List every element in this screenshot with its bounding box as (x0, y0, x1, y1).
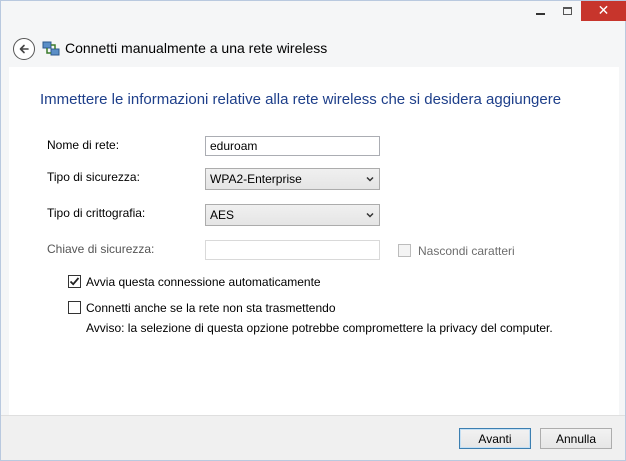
security-key-input[interactable] (205, 240, 380, 260)
next-button[interactable]: Avanti (459, 428, 531, 449)
maximize-button[interactable] (554, 1, 581, 21)
checkmark-icon (69, 277, 80, 286)
auto-start-label: Avvia questa connessione automaticamente (86, 275, 321, 289)
wizard-header: Connetti manualmente a una rete wireless (1, 29, 625, 67)
hide-characters-checkbox[interactable] (398, 244, 411, 257)
security-key-label: Chiave di sicurezza: (47, 242, 155, 256)
security-type-select[interactable]: WPA2-Enterprise (205, 168, 380, 190)
title-bar: ✕ (1, 1, 626, 29)
minimize-button[interactable] (527, 1, 554, 21)
auto-start-checkbox[interactable] (68, 275, 81, 288)
privacy-warning: Avviso: la selezione di questa opzione p… (86, 321, 553, 335)
security-type-label: Tipo di sicurezza: (47, 170, 140, 184)
back-button[interactable] (13, 38, 35, 60)
chevron-down-icon (366, 176, 374, 182)
cancel-button[interactable]: Annulla (540, 428, 612, 449)
wireless-setup-window: ✕ Connetti manualmente a una rete wirele… (0, 0, 626, 461)
connect-hidden-label: Connetti anche se la rete non sta trasme… (86, 301, 336, 315)
close-icon: ✕ (597, 3, 610, 19)
footer-bar: Avanti Annulla (1, 415, 625, 460)
minimize-icon (536, 13, 545, 15)
security-type-value: WPA2-Enterprise (210, 172, 302, 186)
connect-hidden-checkbox[interactable] (68, 301, 81, 314)
close-button[interactable]: ✕ (581, 1, 626, 21)
maximize-icon (563, 7, 572, 15)
main-instruction: Immettere le informazioni relative alla … (40, 91, 562, 108)
network-name-input[interactable]: eduroam (205, 136, 380, 156)
encryption-type-label: Tipo di crittografia: (47, 206, 146, 220)
content-area: Immettere le informazioni relative alla … (9, 67, 619, 415)
hide-characters-label: Nascondi caratteri (418, 244, 515, 258)
encryption-type-select[interactable]: AES (205, 204, 380, 226)
encryption-type-value: AES (210, 208, 235, 222)
network-icon (42, 41, 60, 56)
back-arrow-icon (19, 44, 29, 54)
network-name-label: Nome di rete: (47, 138, 120, 152)
wizard-title: Connetti manualmente a una rete wireless (65, 40, 328, 56)
chevron-down-icon (366, 212, 374, 218)
